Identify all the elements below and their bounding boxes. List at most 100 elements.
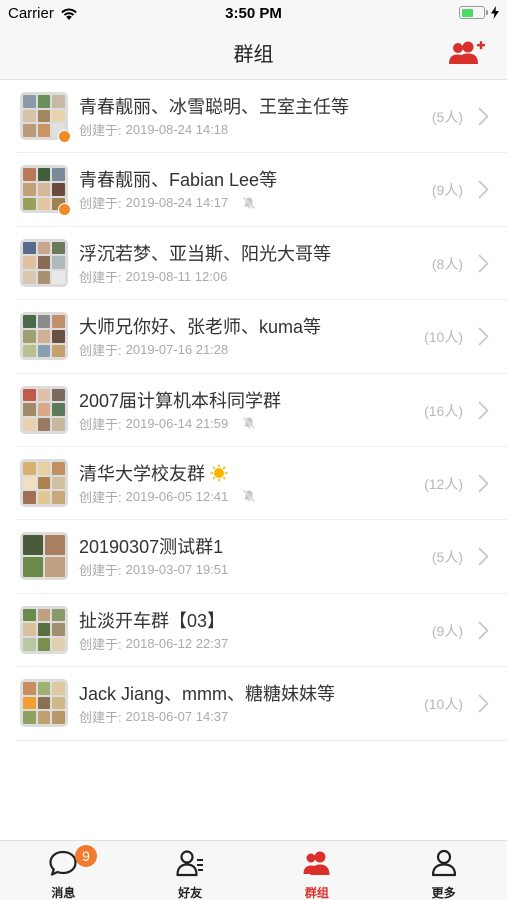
chevron-right-icon bbox=[478, 547, 489, 566]
chevron-right-icon bbox=[478, 180, 489, 199]
person-icon bbox=[431, 849, 456, 877]
group-name: 20190307测试群1 bbox=[79, 533, 223, 559]
chat-bubble-icon bbox=[49, 850, 77, 876]
avatar-tile bbox=[23, 271, 36, 284]
group-name-text: 2007届计算机本科同学群 bbox=[79, 390, 282, 411]
avatar-tile bbox=[52, 608, 65, 622]
avatar-tile bbox=[52, 329, 65, 343]
tab-groups[interactable]: 群组 bbox=[254, 841, 381, 900]
avatar-tile bbox=[23, 197, 36, 211]
chevron-right-icon bbox=[478, 694, 489, 713]
status-bar: Carrier 3:50 PM bbox=[0, 0, 507, 28]
avatar-tile bbox=[52, 623, 65, 637]
chevron-right-icon bbox=[478, 401, 489, 419]
group-avatar bbox=[20, 532, 68, 581]
group-created: 创建于: 2018-06-07 14:37 bbox=[79, 707, 228, 726]
avatar-tile bbox=[37, 388, 51, 402]
charging-bolt-icon bbox=[491, 6, 499, 19]
group-row[interactable]: 青春靓丽、冰雪聪明、王室主任等 创建于: 2019-08-24 14:18 (5人) bbox=[16, 80, 507, 154]
tab-messages[interactable]: 9 消息 bbox=[0, 841, 127, 900]
status-time: 3:50 PM bbox=[225, 5, 282, 22]
avatar-tile bbox=[23, 344, 36, 358]
created-label: 创建于: bbox=[79, 343, 122, 359]
sun-emoji-icon bbox=[210, 464, 228, 482]
avatar-tile bbox=[52, 476, 65, 490]
chevron-right-icon bbox=[478, 254, 489, 273]
avatar-tile bbox=[37, 608, 51, 622]
group-name-text: 大师兄你好、张老师、kuma等 bbox=[79, 317, 322, 338]
avatar-tile bbox=[52, 417, 65, 431]
battery-fill bbox=[461, 8, 474, 17]
avatar-tile bbox=[23, 711, 36, 725]
page-title: 群组 bbox=[233, 44, 274, 66]
created-label: 创建于: bbox=[79, 489, 122, 505]
group-row[interactable]: 浮沉若梦、亚当斯、阳光大哥等 创建于: 2019-08-11 12:06 (8人) bbox=[16, 227, 507, 301]
group-name: 青春靓丽、Fabian Lee等 bbox=[79, 166, 277, 192]
avatar-tile bbox=[23, 256, 36, 270]
avatar-tile bbox=[23, 461, 36, 475]
group-row[interactable]: 2007届计算机本科同学群 创建于: 2019-06-14 21:59 (16人) bbox=[16, 374, 507, 447]
created-date: 2019-03-07 19:51 bbox=[125, 562, 229, 578]
group-name-text: 青春靓丽、冰雪聪明、王室主任等 bbox=[79, 97, 349, 117]
avatar-tile bbox=[52, 711, 65, 725]
created-date: 2019-06-05 12:41 bbox=[125, 488, 229, 504]
group-row[interactable]: 青春靓丽、Fabian Lee等 创建于: 2019-08-24 14:17 (9人) bbox=[16, 153, 507, 227]
member-count: (12人) bbox=[424, 475, 463, 492]
group-name-text: 浮沉若梦、亚当斯、阳光大哥等 bbox=[79, 243, 331, 264]
avatar-tile bbox=[52, 241, 65, 255]
member-count: (5人) bbox=[431, 109, 463, 125]
avatar-tile bbox=[23, 476, 36, 490]
avatar-tile bbox=[45, 535, 65, 556]
group-name: 清华大学校友群 bbox=[79, 460, 229, 486]
avatar-tile bbox=[23, 638, 36, 651]
group-name: 大师兄你好、张老师、kuma等 bbox=[79, 313, 321, 339]
group-created: 创建于: 2018-06-12 22:37 bbox=[79, 634, 228, 653]
battery-icon bbox=[459, 6, 485, 19]
group-row[interactable]: Jack Jiang、mmm、糖糖妹妹等 创建于: 2018-06-07 14:37… bbox=[16, 667, 507, 741]
tab-contacts[interactable]: 好友 bbox=[127, 841, 254, 900]
tab-contacts-label: 好友 bbox=[178, 886, 203, 900]
avatar-tile bbox=[23, 403, 36, 416]
group-row[interactable]: 20190307测试群1 创建于: 2019-03-07 19:51 (5人) bbox=[16, 520, 507, 594]
created-date: 2019-08-11 12:06 bbox=[125, 268, 228, 284]
group-created: 创建于: 2019-06-05 12:41 bbox=[79, 487, 256, 506]
member-count: (9人) bbox=[431, 182, 463, 199]
avatar-tile bbox=[37, 623, 51, 637]
tab-more-label: 更多 bbox=[431, 886, 456, 900]
avatar-tile bbox=[23, 168, 36, 182]
created-label: 创建于: bbox=[79, 710, 122, 726]
avatar-tile bbox=[37, 168, 51, 182]
group-row[interactable]: 清华大学校友群 创建于: 2019-06-05 12:41 (12人) bbox=[16, 447, 507, 521]
group-row[interactable]: 大师兄你好、张老师、kuma等 创建于: 2019-07-16 21:28 (10人) bbox=[16, 300, 507, 374]
avatar-tile bbox=[23, 109, 36, 123]
created-label: 创建于: bbox=[79, 636, 122, 652]
group-avatar bbox=[20, 238, 68, 287]
avatar-tile bbox=[52, 168, 65, 182]
contacts-icon bbox=[176, 850, 204, 877]
avatar-tile bbox=[23, 491, 36, 504]
avatar-tile bbox=[37, 256, 51, 270]
avatar-tile bbox=[23, 557, 43, 578]
group-row[interactable]: 扯淡开车群【03】 创建于: 2018-06-12 22:37 (9人) bbox=[16, 594, 507, 668]
add-group-icon[interactable] bbox=[447, 38, 485, 68]
group-name-text: 20190307测试群1 bbox=[79, 537, 224, 558]
tab-more[interactable]: 更多 bbox=[380, 841, 507, 900]
created-date: 2019-07-16 21:28 bbox=[125, 342, 229, 358]
avatar-tile bbox=[37, 183, 51, 196]
tab-bar: 9 消息 好友 群组 更多 bbox=[0, 840, 507, 900]
created-label: 创建于: bbox=[79, 196, 122, 212]
group-avatar bbox=[20, 165, 71, 217]
avatar-tile bbox=[37, 344, 51, 358]
avatar-tile bbox=[37, 403, 51, 416]
member-count: (9人) bbox=[431, 622, 463, 639]
avatar-tile bbox=[52, 183, 65, 196]
group-created: 创建于: 2019-03-07 19:51 bbox=[79, 560, 228, 579]
avatar-tile bbox=[52, 95, 65, 108]
member-count: (10人) bbox=[424, 696, 463, 713]
group-avatar bbox=[20, 458, 68, 507]
avatar-tile bbox=[37, 417, 51, 431]
battery-indicator bbox=[459, 6, 499, 19]
avatar-tile bbox=[23, 183, 36, 196]
avatar-tile bbox=[45, 557, 65, 578]
group-name-text: 扯淡开车群【03】 bbox=[79, 610, 226, 631]
